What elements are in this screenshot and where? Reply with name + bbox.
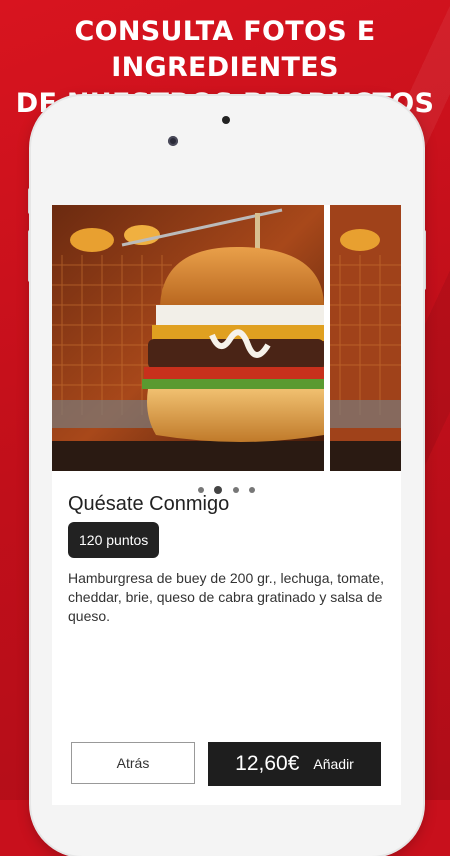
carousel-dot[interactable]: [249, 486, 256, 493]
carousel-dot[interactable]: [232, 486, 239, 493]
carousel-pagination: [52, 481, 401, 494]
back-button[interactable]: Atrás: [71, 742, 195, 784]
product-image-carousel[interactable]: [52, 205, 401, 471]
add-label: Añadir: [313, 756, 354, 772]
carousel-slide-current[interactable]: [52, 205, 324, 471]
price-label: 12,60€: [235, 752, 300, 775]
carousel-slide-next[interactable]: [330, 205, 401, 471]
carousel-dot[interactable]: [197, 486, 204, 493]
points-badge: 120 puntos: [68, 522, 160, 558]
product-description: Hamburgresa de buey de 200 gr., lechuga,…: [68, 570, 384, 624]
product-title: Quésate Conmigo: [68, 493, 230, 515]
app-screen: Quésate Conmigo 120 puntos Hamburgresa d…: [52, 205, 401, 805]
headline-line-1: CONSULTA FOTOS E INGREDIENTES: [74, 16, 376, 83]
phone-camera: [168, 136, 178, 146]
add-to-cart-button[interactable]: 12,60€ Añadir: [208, 742, 381, 786]
phone-speaker: [222, 116, 230, 124]
burger-photo-preview-icon: [330, 205, 401, 471]
burger-photo-icon: [52, 205, 324, 471]
